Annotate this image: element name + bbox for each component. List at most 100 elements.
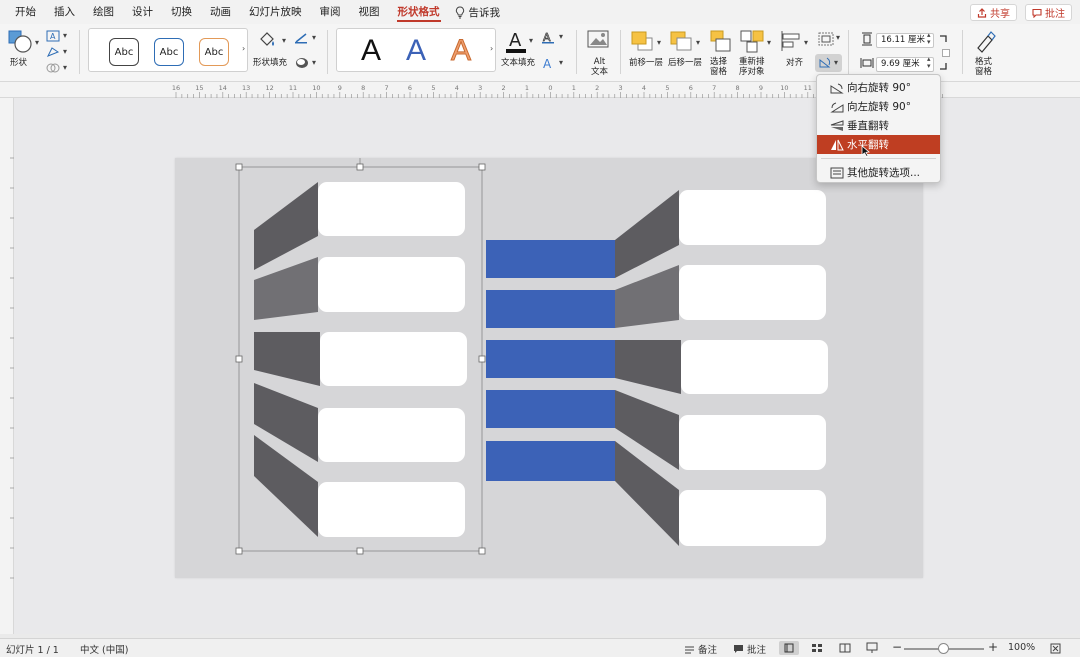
merge-shapes-icon[interactable] — [46, 62, 60, 74]
zoom-slider-thumb[interactable] — [938, 643, 949, 654]
right-text-box-5[interactable] — [679, 490, 826, 546]
blue-bar-2[interactable] — [486, 290, 615, 328]
right-trapezoid-3[interactable] — [615, 340, 681, 394]
menu-item-rotate-left[interactable]: 向左旋转 90° — [817, 97, 940, 116]
comments-button[interactable]: 批注 — [1025, 4, 1072, 21]
ruler-label: 7 — [712, 84, 716, 92]
resize-handle-nw[interactable] — [235, 163, 243, 171]
shape-styles-more-icon[interactable]: › — [242, 44, 245, 53]
tab-shape-format[interactable]: 形状格式 — [389, 0, 449, 24]
slide-sorter-icon[interactable] — [811, 643, 823, 653]
tab-review[interactable]: 审阅 — [311, 0, 350, 24]
notes-button[interactable]: 备注 — [684, 642, 717, 656]
rotate-button[interactable]: ▾ — [815, 54, 842, 72]
reorder-objects-label: 重新排 序对象 — [739, 57, 765, 77]
send-backward-icon[interactable] — [669, 30, 695, 54]
fit-to-window-icon[interactable] — [1050, 643, 1061, 654]
blue-bar-1[interactable] — [486, 240, 615, 278]
left-text-box-2[interactable] — [318, 257, 465, 312]
wordart-style-blue[interactable]: A — [406, 32, 426, 70]
menu-item-flip-horizontal[interactable]: 水平翻转 — [817, 135, 940, 157]
tell-me-label: 告诉我 — [468, 6, 501, 19]
resize-handle-w[interactable] — [235, 355, 243, 363]
resize-handle-sw[interactable] — [235, 547, 243, 555]
zoom-out-button[interactable]: − — [892, 640, 902, 654]
ruler-label: 10 — [312, 84, 320, 92]
tab-slideshow[interactable]: 幻灯片放映 — [240, 0, 311, 24]
shape-style-2[interactable]: Abc — [154, 38, 184, 66]
slide[interactable] — [175, 146, 923, 578]
resize-handle-n[interactable] — [356, 163, 364, 171]
right-trapezoid-2[interactable] — [615, 265, 679, 328]
tab-design[interactable]: 设计 — [123, 0, 162, 24]
wordart-style-black[interactable]: A — [361, 32, 381, 70]
paint-bucket-icon[interactable] — [257, 30, 277, 50]
left-text-box-3[interactable] — [320, 332, 467, 386]
slideshow-icon[interactable] — [866, 642, 878, 654]
tab-transitions[interactable]: 切换 — [162, 0, 201, 24]
blue-bar-5[interactable] — [486, 441, 615, 481]
resize-handle-se[interactable] — [478, 547, 486, 555]
tab-draw[interactable]: 绘图 — [84, 0, 123, 24]
reorder-objects-icon[interactable] — [740, 30, 766, 54]
align-icon[interactable] — [779, 30, 803, 52]
edit-shape-icon[interactable] — [46, 46, 60, 58]
format-pane-icon[interactable] — [974, 30, 998, 54]
menu-item-rotate-right[interactable]: 向右旋转 90° — [817, 78, 940, 97]
menu-item-flip-vertical[interactable]: 垂直翻转 — [817, 116, 940, 135]
wordart-style-orange[interactable]: A — [450, 32, 471, 70]
text-fill-icon[interactable]: A — [504, 28, 528, 54]
right-text-box-3[interactable] — [681, 340, 828, 394]
left-trapezoid-1[interactable] — [254, 182, 318, 270]
resize-handle-e[interactable] — [478, 355, 486, 363]
left-trapezoid-2[interactable] — [254, 257, 318, 320]
shapes-dropdown-icon[interactable]: ▾ — [35, 38, 39, 47]
resize-handle-ne[interactable] — [478, 163, 486, 171]
tab-insert[interactable]: 插入 — [45, 0, 84, 24]
text-outline-icon[interactable]: A — [541, 30, 555, 44]
menu-item-more-rotation-options[interactable]: 其他旋转选项... — [817, 163, 940, 182]
alt-text-icon[interactable] — [587, 30, 611, 52]
selection-pane-icon[interactable] — [710, 30, 732, 54]
blue-bar-4[interactable] — [486, 390, 615, 428]
right-trapezoid-1[interactable] — [615, 190, 679, 278]
shape-style-1[interactable]: Abc — [109, 38, 139, 66]
right-text-box-4[interactable] — [679, 415, 826, 470]
zoom-level[interactable]: 100% — [1008, 642, 1035, 653]
tell-me-search[interactable]: 告诉我 — [449, 5, 501, 20]
text-effects-icon[interactable]: A — [541, 56, 555, 70]
share-button[interactable]: 共享 — [970, 4, 1017, 21]
status-comments-button[interactable]: 批注 — [733, 642, 766, 656]
wordart-more-icon[interactable]: › — [490, 44, 493, 53]
left-text-box-5[interactable] — [318, 482, 465, 537]
left-text-box-4[interactable] — [318, 408, 465, 462]
shape-outline-icon[interactable] — [294, 32, 310, 44]
group-icon[interactable] — [818, 32, 834, 46]
tab-home[interactable]: 开始 — [6, 0, 45, 24]
zoom-in-button[interactable]: + — [988, 640, 998, 654]
width-input[interactable]: 9.69 厘米 — [876, 57, 934, 72]
reading-view-icon[interactable] — [839, 643, 851, 653]
share-label: 共享 — [990, 9, 1010, 20]
text-box-icon[interactable]: A — [46, 30, 60, 42]
left-trapezoid-3[interactable] — [254, 332, 320, 386]
rotate-left-icon — [830, 102, 844, 113]
blue-bar-3[interactable] — [486, 340, 615, 378]
language-indicator[interactable]: 中文 (中国) — [80, 642, 128, 656]
left-text-box-1[interactable] — [318, 182, 465, 236]
height-input[interactable]: 16.11 厘米 — [876, 33, 934, 48]
right-text-box-2[interactable] — [679, 265, 826, 320]
width-stepper-icon[interactable]: ▴ ▾ — [927, 56, 931, 70]
height-stepper-icon[interactable]: ▴ ▾ — [927, 32, 931, 46]
tab-animations[interactable]: 动画 — [201, 0, 240, 24]
lock-aspect-checkbox[interactable] — [942, 49, 950, 57]
normal-view-button[interactable] — [779, 641, 799, 655]
tab-view[interactable]: 视图 — [350, 0, 389, 24]
shape-effects-icon[interactable] — [294, 56, 310, 70]
resize-handle-s[interactable] — [356, 547, 364, 555]
right-text-box-1[interactable] — [679, 190, 826, 245]
ruler-label: 3 — [478, 84, 482, 92]
shapes-icon[interactable] — [8, 30, 34, 54]
bring-forward-icon[interactable] — [630, 30, 656, 54]
shape-style-3[interactable]: Abc — [199, 38, 229, 66]
